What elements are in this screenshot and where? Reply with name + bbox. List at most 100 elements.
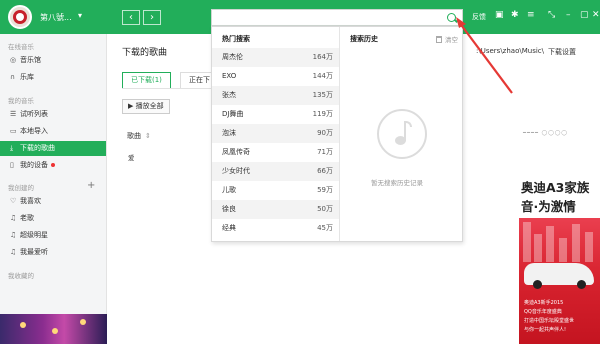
sidebar-item-library[interactable]: ∩ 乐库: [0, 70, 106, 85]
ad-line: 奥迪A3新手2015: [524, 300, 564, 306]
music-hall-icon: ◎: [10, 56, 17, 64]
sidebar-item-label: 本地导入: [20, 127, 48, 135]
column-header-song[interactable]: 歌曲 ⇕: [127, 131, 151, 141]
hot-search-item[interactable]: 凤凰传奇 71万: [212, 143, 339, 162]
sidebar-item-label: 乐库: [20, 73, 34, 81]
hot-search-name: 徐良: [222, 205, 236, 213]
minimize-icon[interactable]: –: [566, 10, 571, 20]
play-all-label: 播放全部: [135, 102, 164, 110]
gear-icon[interactable]: ✱: [511, 10, 519, 20]
sidebar-item-oldies[interactable]: ♫ 老歌: [0, 211, 106, 226]
ad-image: 奥迪A3新手2015 QQ音乐年度盛典 打造中国乐坛殿堂盛世 与你一起共声伴人!: [519, 218, 600, 344]
sidebar-item-label: 下载的歌曲: [20, 144, 55, 152]
page-title: 下载的歌曲: [122, 48, 168, 58]
music-note-icon: [377, 109, 427, 159]
username-label[interactable]: 第八號...: [40, 12, 72, 23]
hot-search-item[interactable]: 经典 45万: [212, 219, 339, 238]
now-playing-thumbnail[interactable]: [0, 314, 107, 344]
sidebar-item-music-hall[interactable]: ◎ 音乐馆: [0, 53, 106, 68]
avatar[interactable]: [8, 5, 32, 29]
play-all-button[interactable]: ▶ 播放全部: [122, 99, 170, 114]
ad-title: 奥迪A3家族: [521, 180, 590, 195]
hot-search-item[interactable]: DJ舞曲 119万: [212, 105, 339, 124]
column-header-label: 歌曲: [127, 132, 141, 140]
hot-search-name: 经典: [222, 224, 236, 232]
mini-mode-icon[interactable]: ⤡: [548, 10, 555, 20]
feedback-button[interactable]: 反馈: [472, 12, 486, 22]
sidebar-item-favorites[interactable]: ♡ 我喜欢: [0, 194, 106, 209]
search-history-panel: 搜索历史 清空 暂无搜索历史记录: [339, 27, 463, 241]
hot-search-name: 儿歌: [222, 186, 236, 194]
sidebar-item-label: 我最爱听: [20, 248, 48, 256]
sort-icon[interactable]: ⇕: [145, 132, 151, 140]
hot-search-count: 59万: [317, 186, 333, 194]
hot-search-item[interactable]: EXO 144万: [212, 67, 339, 86]
clear-history-label: 清空: [445, 36, 458, 44]
sidebar-item-trial-list[interactable]: ☰ 试听列表: [0, 107, 106, 122]
brand-logo: ━━━━ ◯◯◯◯: [523, 130, 569, 136]
tab-divider: [122, 88, 212, 89]
ad-subtitle: 音·为激情: [521, 199, 576, 214]
list-icon: ☰: [10, 110, 17, 118]
hot-search-item[interactable]: 徐良 50万: [212, 200, 339, 219]
note-icon: ♫: [10, 248, 17, 256]
shirt-icon[interactable]: ▣: [495, 10, 504, 20]
notification-dot: [51, 163, 55, 167]
hot-search-name: EXO: [222, 72, 237, 80]
hot-search-item[interactable]: 张杰 135万: [212, 86, 339, 105]
sidebar: 在线音乐 ◎ 音乐馆 ∩ 乐库 我的音乐 ☰ 试听列表 ▭ 本地导入 ⤓ 下载的歌曲 ▯ 我…: [0, 34, 107, 314]
monitor-icon: ▭: [10, 127, 17, 135]
section-title-online: 在线音乐: [8, 43, 34, 51]
sidebar-item-downloads[interactable]: ⤓ 下载的歌曲: [0, 141, 106, 156]
section-title-collected: 我收藏的: [8, 272, 34, 280]
download-settings-link[interactable]: 下载设置: [548, 47, 576, 57]
ad-line: 与你一起共声伴人!: [524, 327, 567, 333]
search-icon[interactable]: [447, 13, 456, 22]
forward-button[interactable]: ›: [143, 10, 161, 25]
heart-icon: ♡: [10, 197, 17, 205]
wifi-icon: ▾: [78, 11, 83, 20]
hot-search-count: 164万: [312, 53, 333, 61]
ad-line: 打造中国乐坛殿堂盛世: [524, 318, 575, 324]
back-button[interactable]: ‹: [122, 10, 140, 25]
add-playlist-button[interactable]: +: [87, 180, 95, 191]
hot-search-name: 凤凰传奇: [222, 148, 250, 156]
sidebar-item-superstar[interactable]: ♫ 超级明星: [0, 228, 106, 243]
hot-search-item[interactable]: 周杰伦 164万: [212, 48, 339, 67]
empty-history-text: 暂无搜索历史记录: [371, 179, 423, 187]
search-box[interactable]: [211, 9, 463, 26]
search-dropdown: 热门搜索 周杰伦 164万 EXO 144万 张杰 135万 DJ舞曲 119万 泡沫 9…: [211, 26, 463, 242]
ad-line: QQ音乐年度盛典: [524, 309, 562, 315]
sidebar-item-label: 超级明星: [20, 231, 48, 239]
search-input[interactable]: [215, 12, 440, 24]
hot-search-count: 71万: [317, 148, 333, 156]
hot-search-count: 119万: [312, 110, 333, 118]
hot-search-panel: 热门搜索 周杰伦 164万 EXO 144万 张杰 135万 DJ舞曲 119万 泡沫 9…: [212, 27, 339, 241]
tab-downloaded[interactable]: 已下载(1): [122, 72, 171, 89]
hot-search-item[interactable]: 泡沫 90万: [212, 124, 339, 143]
sidebar-item-label: 音乐馆: [20, 56, 41, 64]
sidebar-item-local-import[interactable]: ▭ 本地导入: [0, 124, 106, 139]
hot-search-count: 135万: [312, 91, 333, 99]
hot-search-name: 周杰伦: [222, 53, 243, 61]
clear-history-button[interactable]: 清空: [436, 34, 458, 44]
sidebar-item-most-loved[interactable]: ♫ 我最爱听: [0, 245, 106, 260]
hot-search-count: 50万: [317, 205, 333, 213]
hot-search-item[interactable]: 儿歌 59万: [212, 181, 339, 200]
hot-search-count: 45万: [317, 224, 333, 232]
hot-search-item[interactable]: 少女时代 66万: [212, 162, 339, 181]
hot-search-name: 张杰: [222, 91, 236, 99]
sidebar-item-my-devices[interactable]: ▯ 我的设备: [0, 158, 106, 173]
close-icon[interactable]: ✕: [592, 10, 600, 20]
sidebar-item-label: 试听列表: [20, 110, 48, 118]
menu-icon[interactable]: ≡: [527, 10, 535, 20]
hot-search-name: 少女时代: [222, 167, 250, 175]
sidebar-item-label: 我喜欢: [20, 197, 41, 205]
library-icon: ∩: [10, 73, 16, 81]
trash-icon: [436, 36, 442, 43]
ad-banner[interactable]: ━━━━ ◯◯◯◯ 奥迪A3家族 音·为激情 奥迪A3新手2015 QQ音乐年度…: [519, 130, 600, 344]
table-row[interactable]: 爱: [128, 152, 135, 162]
download-icon: ⤓: [10, 144, 14, 152]
maximize-icon[interactable]: ▢: [580, 10, 589, 20]
hot-search-count: 144万: [312, 72, 333, 80]
